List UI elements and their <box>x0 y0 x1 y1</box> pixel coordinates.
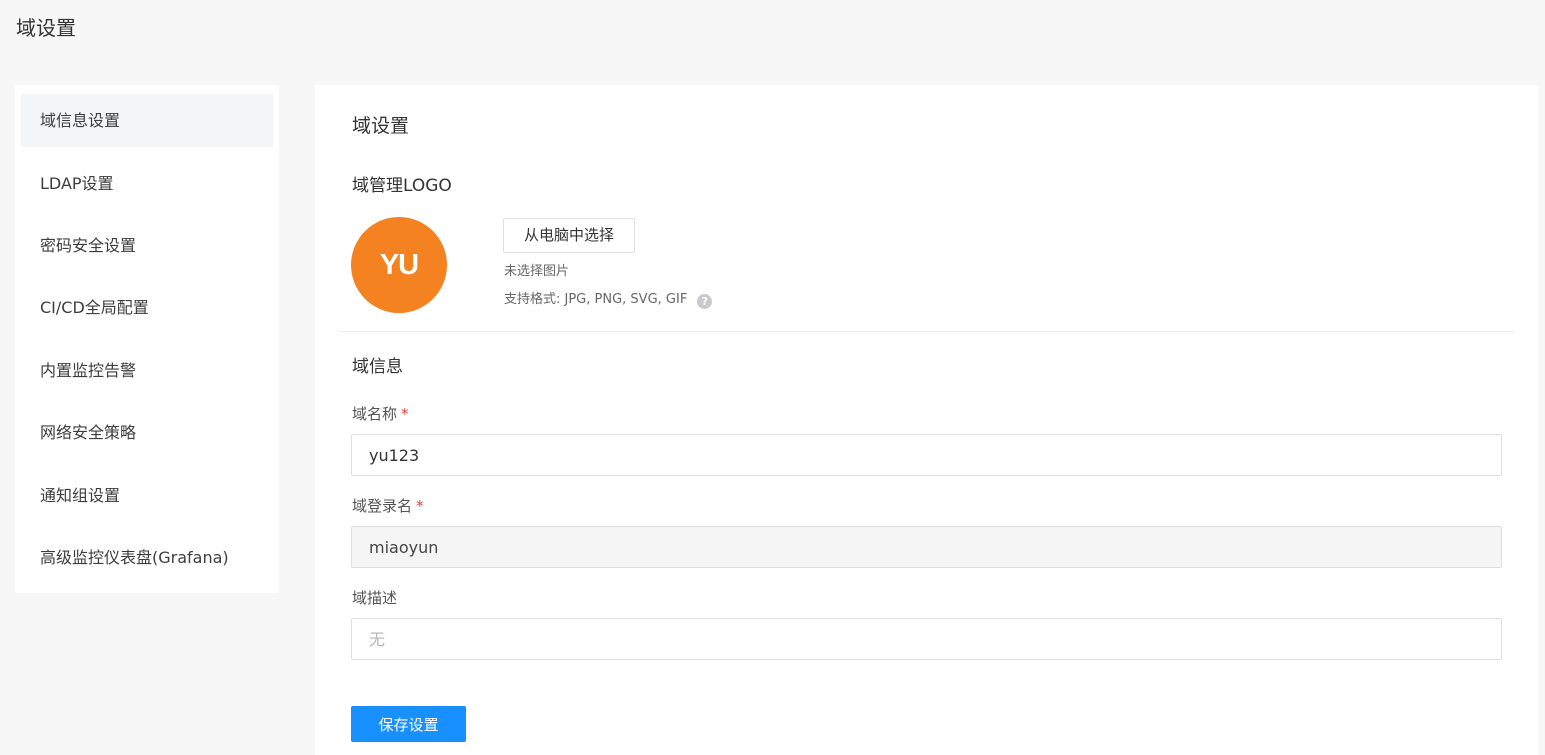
format-hint-text: 支持格式: JPG, PNG, SVG, GIF <box>504 292 688 307</box>
format-hint: 支持格式: JPG, PNG, SVG, GIF? <box>504 291 713 309</box>
page-title: 域设置 <box>16 16 76 40</box>
select-from-computer-button[interactable]: 从电脑中选择 <box>503 218 635 253</box>
logo-section-title: 域管理LOGO <box>352 176 452 196</box>
main-title: 域设置 <box>352 115 410 137</box>
main-panel: 域设置 域管理LOGO YU 从电脑中选择 未选择图片 支持格式: JPG, P… <box>315 85 1538 755</box>
domain-logo-avatar: YU <box>351 217 447 313</box>
domain-name-input[interactable] <box>351 434 1502 476</box>
sidebar-item-domain-info[interactable]: 域信息设置 <box>21 94 273 147</box>
sidebar-item-ldap[interactable]: LDAP设置 <box>21 157 273 210</box>
save-settings-button[interactable]: 保存设置 <box>351 706 466 742</box>
required-mark: * <box>401 405 409 423</box>
domain-name-label: 域名称 * <box>352 403 409 425</box>
domain-info-section-title: 域信息 <box>352 357 403 377</box>
domain-login-label: 域登录名 * <box>352 495 424 517</box>
domain-desc-input[interactable] <box>351 618 1502 660</box>
no-file-selected-text: 未选择图片 <box>504 264 570 279</box>
sidebar-item-notify-group[interactable]: 通知组设置 <box>21 469 273 522</box>
sidebar: 域信息设置 LDAP设置 密码安全设置 CI/CD全局配置 内置监控告警 网络安… <box>15 85 279 593</box>
domain-login-label-text: 域登录名 <box>352 497 413 515</box>
domain-name-label-text: 域名称 <box>352 405 398 423</box>
divider <box>340 331 1514 332</box>
question-circle-icon[interactable]: ? <box>697 294 713 309</box>
sidebar-item-cicd[interactable]: CI/CD全局配置 <box>21 281 273 334</box>
sidebar-item-grafana[interactable]: 高级监控仪表盘(Grafana) <box>21 531 273 584</box>
sidebar-item-network-policy[interactable]: 网络安全策略 <box>21 406 273 459</box>
sidebar-item-monitor-alert[interactable]: 内置监控告警 <box>21 344 273 397</box>
required-mark: * <box>416 497 424 515</box>
domain-login-input <box>351 526 1502 568</box>
sidebar-item-password-security[interactable]: 密码安全设置 <box>21 219 273 272</box>
domain-desc-label: 域描述 <box>352 589 398 607</box>
